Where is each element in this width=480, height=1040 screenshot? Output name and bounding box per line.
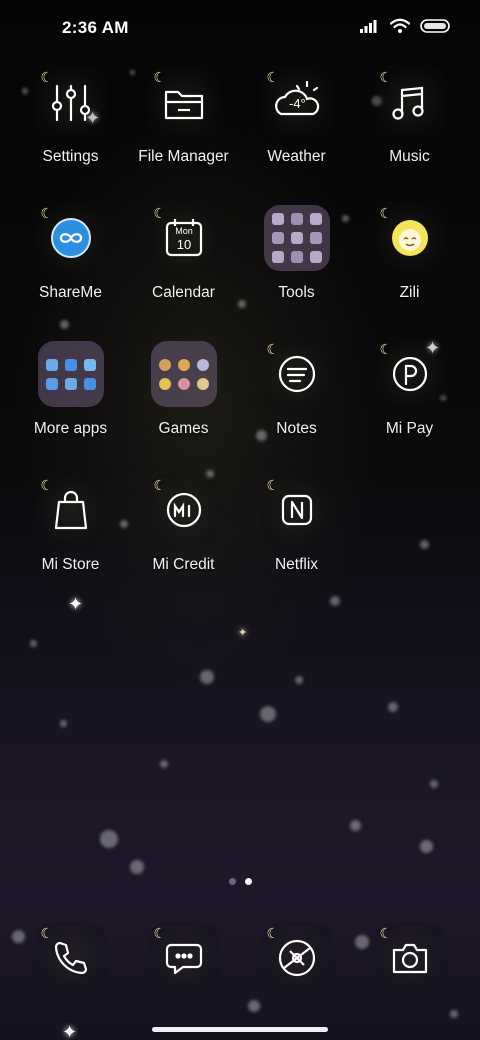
mi-credit-icon bbox=[166, 492, 201, 528]
moon-icon: ☾ bbox=[40, 205, 54, 221]
app-label: Calendar bbox=[152, 284, 215, 301]
app-label: Mi Credit bbox=[152, 556, 215, 573]
music-note-icon bbox=[391, 86, 424, 120]
home-indicator[interactable] bbox=[152, 1027, 328, 1032]
app-label: Settings bbox=[42, 148, 99, 165]
calendar-day: Mon bbox=[175, 226, 193, 236]
signal-icon bbox=[360, 20, 377, 33]
moon-icon: ☾ bbox=[379, 925, 393, 941]
weather-temp: -4° bbox=[289, 96, 306, 111]
moon-icon: ☾ bbox=[153, 925, 167, 941]
moon-icon: ☾ bbox=[266, 341, 280, 357]
browser-icon bbox=[278, 939, 315, 977]
dock: ☾ ☾ ☾ ☾ bbox=[14, 918, 466, 998]
app-mi-pay[interactable]: ☾ Mi Pay bbox=[353, 334, 466, 470]
moon-icon: ☾ bbox=[379, 69, 393, 85]
app-label: File Manager bbox=[138, 148, 229, 165]
calendar-icon: Mon 10 bbox=[165, 219, 202, 257]
folder-grid-icon bbox=[150, 341, 217, 407]
app-shareme[interactable]: ☾ ShareMe bbox=[14, 198, 127, 334]
moon-icon: ☾ bbox=[40, 477, 54, 493]
app-label: Netflix bbox=[274, 556, 319, 573]
folder-tools[interactable]: Tools bbox=[240, 198, 353, 334]
mi-pay-icon bbox=[392, 356, 427, 392]
moon-icon: ☾ bbox=[379, 205, 393, 221]
folder-grid-icon bbox=[37, 341, 104, 407]
moon-icon: ☾ bbox=[266, 477, 280, 493]
app-label: Mi Pay bbox=[385, 420, 434, 437]
app-label: Music bbox=[389, 148, 430, 165]
app-label: Zili bbox=[399, 284, 420, 301]
messages-icon bbox=[165, 943, 202, 975]
app-netflix[interactable]: ☾ Netflix bbox=[240, 470, 353, 606]
folder-icon bbox=[164, 90, 203, 120]
app-label: Mi Store bbox=[41, 556, 100, 573]
app-zili[interactable]: ☾ Zili bbox=[353, 198, 466, 334]
system-icons bbox=[360, 18, 450, 34]
folder-more-apps[interactable]: More apps bbox=[14, 334, 127, 470]
camera-icon bbox=[392, 943, 427, 974]
app-weather[interactable]: ☾ -4° Weather bbox=[240, 62, 353, 198]
page-indicator bbox=[0, 878, 480, 885]
app-calendar[interactable]: ☾ Mon 10 Calendar bbox=[127, 198, 240, 334]
shopping-bag-icon bbox=[54, 490, 87, 530]
home-app-grid: ☾ Settings ☾ File Manager ☾ -4° Weather … bbox=[14, 62, 466, 606]
dock-camera[interactable]: ☾ bbox=[353, 918, 466, 998]
moon-icon: ☾ bbox=[40, 925, 54, 941]
app-file-manager[interactable]: ☾ File Manager bbox=[127, 62, 240, 198]
calendar-date: 10 bbox=[176, 237, 190, 252]
battery-icon bbox=[420, 19, 450, 33]
zili-face-icon bbox=[391, 220, 428, 256]
status-time: 2:36 AM bbox=[62, 18, 129, 37]
dock-messages[interactable]: ☾ bbox=[127, 918, 240, 998]
moon-icon: ☾ bbox=[153, 477, 167, 493]
page-dot-active[interactable] bbox=[244, 878, 252, 885]
moon-icon: ☾ bbox=[266, 69, 280, 85]
folder-games[interactable]: Games bbox=[127, 334, 240, 470]
notes-icon bbox=[278, 355, 315, 393]
app-settings[interactable]: ☾ Settings bbox=[14, 62, 127, 198]
netflix-icon bbox=[281, 494, 312, 526]
dock-phone[interactable]: ☾ bbox=[14, 918, 127, 998]
app-label: Weather bbox=[267, 148, 326, 165]
app-music[interactable]: ☾ Music bbox=[353, 62, 466, 198]
wifi-icon bbox=[390, 18, 410, 33]
app-label: ShareMe bbox=[39, 284, 102, 301]
page-dot[interactable] bbox=[228, 878, 236, 885]
moon-icon: ☾ bbox=[40, 69, 54, 85]
app-label: Notes bbox=[276, 420, 317, 437]
sparkle-icon: ✦ bbox=[62, 1022, 78, 1040]
app-mi-store[interactable]: ☾ Mi Store bbox=[14, 470, 127, 606]
app-label: More apps bbox=[33, 420, 108, 437]
dock-browser[interactable]: ☾ bbox=[240, 918, 353, 998]
infinity-icon bbox=[50, 218, 91, 258]
status-bar: 2:36 AM bbox=[0, 0, 480, 56]
app-label: Tools bbox=[278, 284, 315, 301]
moon-icon: ☾ bbox=[153, 69, 167, 85]
moon-icon: ☾ bbox=[379, 341, 393, 357]
folder-grid-icon bbox=[263, 205, 330, 271]
moon-icon: ☾ bbox=[266, 925, 280, 941]
phone-icon bbox=[54, 941, 87, 975]
app-label: Games bbox=[158, 420, 209, 437]
sparkle-icon: ✦ bbox=[238, 627, 248, 639]
app-notes[interactable]: ☾ Notes bbox=[240, 334, 353, 470]
moon-icon: ☾ bbox=[153, 205, 167, 221]
app-mi-credit[interactable]: ☾ Mi Credit bbox=[127, 470, 240, 606]
